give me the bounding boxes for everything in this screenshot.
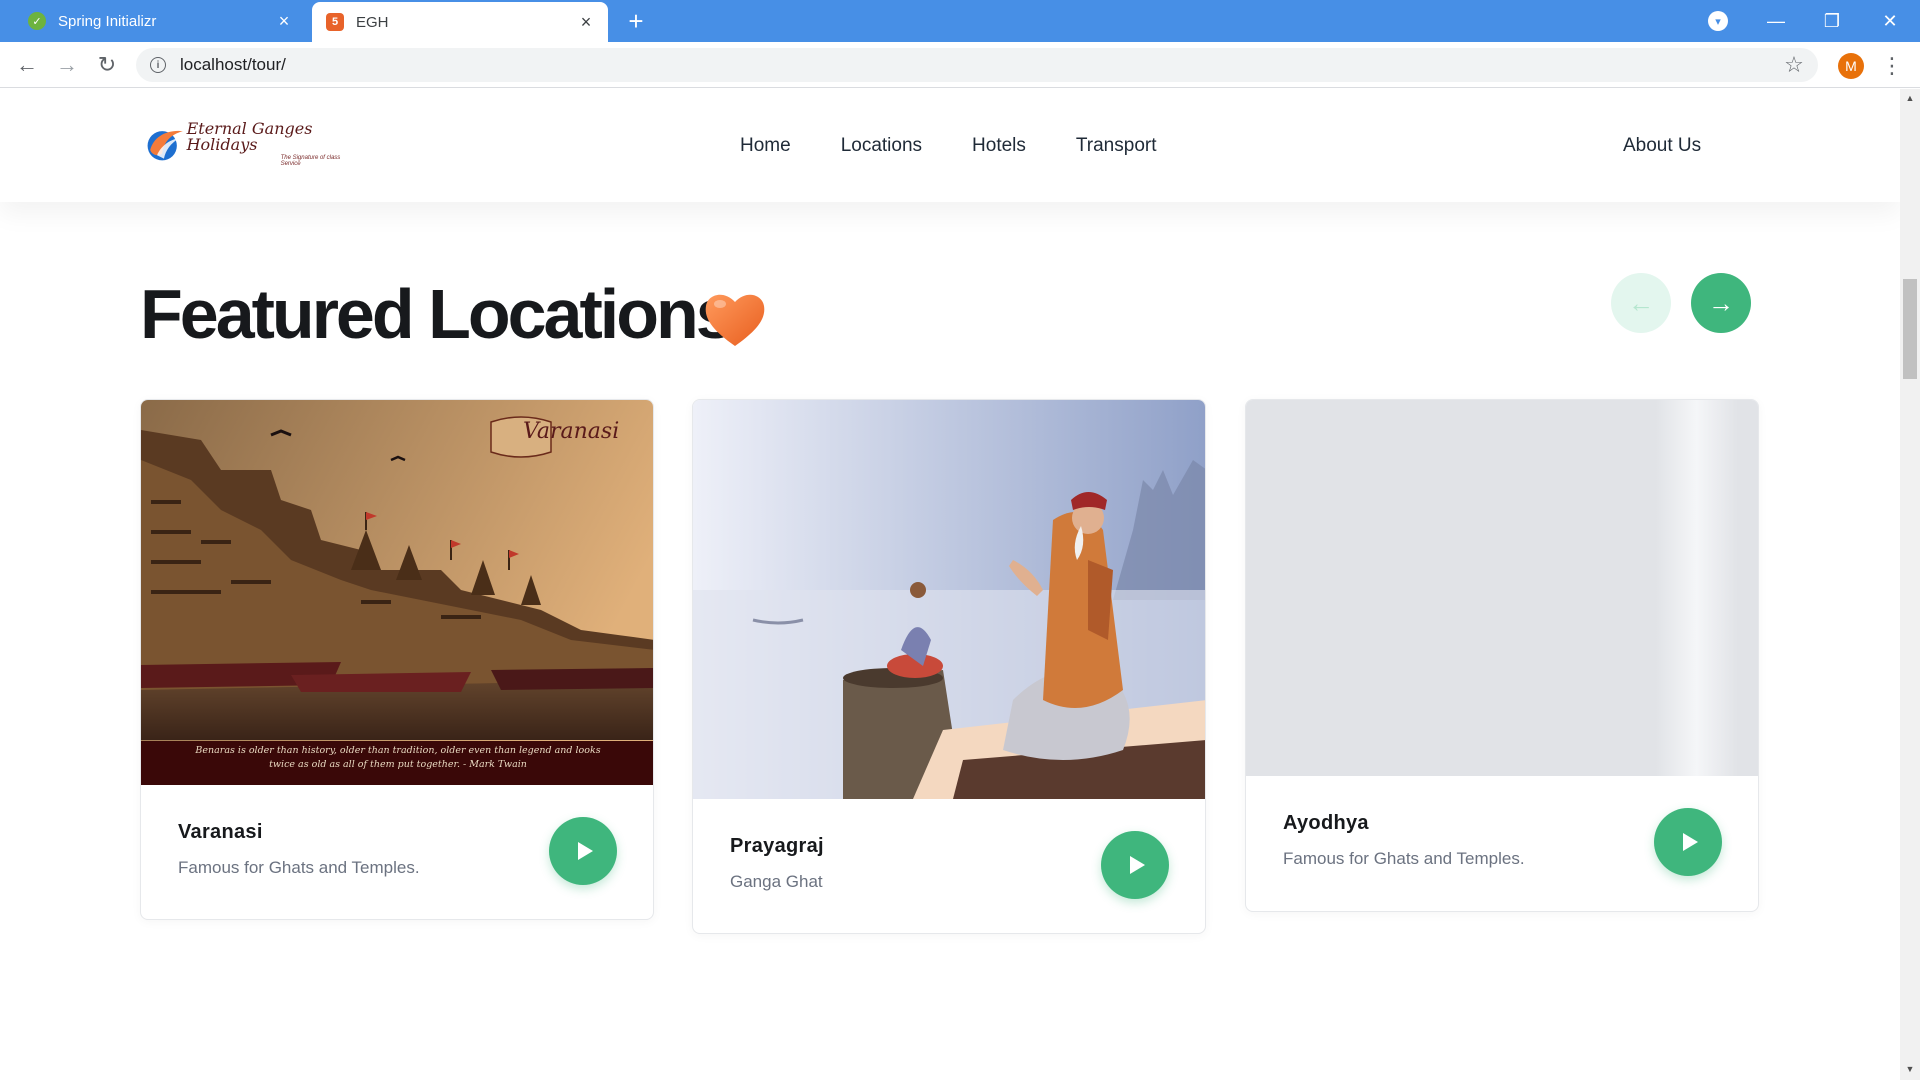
reload-button[interactable]: ↻ — [92, 50, 122, 80]
play-icon — [1682, 833, 1698, 851]
scrollbar-thumb[interactable] — [1903, 279, 1917, 379]
restore-button[interactable]: ❐ — [1804, 0, 1860, 42]
prayagraj-illustration — [693, 400, 1205, 799]
varanasi-image: Varanasi Benaras is older than history, … — [141, 400, 653, 785]
carousel-next-button[interactable]: → — [1691, 273, 1751, 333]
section-title: Featured Locations — [140, 275, 735, 353]
forward-button[interactable]: → — [52, 50, 82, 80]
main-nav: Home Locations Hotels Transport — [740, 135, 1207, 157]
location-card-varanasi[interactable]: Varanasi Benaras is older than history, … — [140, 399, 654, 920]
address-bar[interactable]: i localhost/tour/ ☆ — [136, 48, 1818, 82]
varanasi-image-title: Varanasi — [523, 419, 619, 444]
minimize-button[interactable]: — — [1748, 0, 1804, 42]
tab-title: EGH — [356, 13, 389, 31]
profile-avatar[interactable]: M — [1838, 53, 1864, 79]
page-scrollbar[interactable]: ▲ ▼ — [1900, 89, 1920, 1080]
browser-menu-icon[interactable]: ⋮ — [1881, 52, 1903, 80]
play-button[interactable] — [1654, 808, 1722, 876]
ayodhya-image-placeholder — [1246, 400, 1758, 776]
page-viewport: Eternal Ganges Holidays The Signature of… — [0, 89, 1900, 1080]
close-tab-icon[interactable]: × — [574, 10, 598, 34]
tab-search-icon[interactable]: ▾ — [1708, 11, 1728, 31]
scroll-up-icon[interactable]: ▲ — [1900, 93, 1920, 107]
nav-transport[interactable]: Transport — [1076, 135, 1157, 157]
carousel-prev-button[interactable]: ← — [1611, 273, 1671, 333]
nav-home[interactable]: Home — [740, 135, 791, 157]
spring-leaf-icon: ✓ — [28, 12, 46, 30]
tab-title: Spring Initializr — [58, 12, 157, 30]
play-icon — [1129, 856, 1145, 874]
location-card-ayodhya[interactable]: Ayodhya Famous for Ghats and Temples. — [1245, 399, 1759, 912]
nav-hotels[interactable]: Hotels — [972, 135, 1026, 157]
new-tab-button[interactable]: + — [620, 6, 652, 36]
card-body: Varanasi Famous for Ghats and Temples. — [141, 785, 653, 885]
location-card-prayagraj[interactable]: Prayagraj Ganga Ghat — [692, 399, 1206, 934]
card-body: Prayagraj Ganga Ghat — [693, 799, 1205, 899]
play-icon — [577, 842, 593, 860]
close-tab-icon[interactable]: × — [272, 9, 296, 33]
tab-strip: ✓ Spring Initializr × 5 EGH × + ▾ — ❐ ✕ — [0, 0, 1920, 42]
logo-name: Eternal Ganges Holidays — [186, 119, 313, 154]
play-button[interactable] — [1101, 831, 1169, 899]
logo-tagline: The Signature of class Service — [280, 155, 341, 167]
prayagraj-image — [693, 400, 1205, 799]
logo-mark-icon — [147, 130, 183, 161]
varanasi-illustration: Varanasi Benaras is older than history, … — [141, 400, 653, 785]
bookmark-star-icon[interactable]: ☆ — [1778, 52, 1810, 78]
card-body: Ayodhya Famous for Ghats and Temples. — [1246, 776, 1758, 876]
varanasi-image-caption: Benaras is older than history, older tha… — [195, 745, 601, 771]
info-icon[interactable]: i — [150, 57, 166, 73]
nav-locations[interactable]: Locations — [841, 135, 922, 157]
nav-about-us[interactable]: About Us — [1623, 135, 1701, 157]
heart-icon — [705, 294, 765, 346]
back-button[interactable]: ← — [12, 50, 42, 80]
play-button[interactable] — [549, 817, 617, 885]
url-text[interactable]: localhost/tour/ — [180, 55, 1778, 75]
tab-spring-initializr[interactable]: ✓ Spring Initializr × — [14, 0, 306, 42]
site-logo[interactable]: Eternal Ganges Holidays The Signature of… — [145, 119, 360, 169]
html-icon: 5 — [326, 13, 344, 31]
site-header: Eternal Ganges Holidays The Signature of… — [0, 89, 1900, 202]
tab-egh[interactable]: 5 EGH × — [312, 2, 608, 42]
browser-toolbar: ← → ↻ i localhost/tour/ ☆ M ⋮ — [0, 42, 1920, 88]
browser-window: ✓ Spring Initializr × 5 EGH × + ▾ — ❐ ✕ … — [0, 0, 1920, 1080]
scroll-down-icon[interactable]: ▼ — [1900, 1064, 1920, 1078]
window-close-button[interactable]: ✕ — [1862, 0, 1918, 42]
